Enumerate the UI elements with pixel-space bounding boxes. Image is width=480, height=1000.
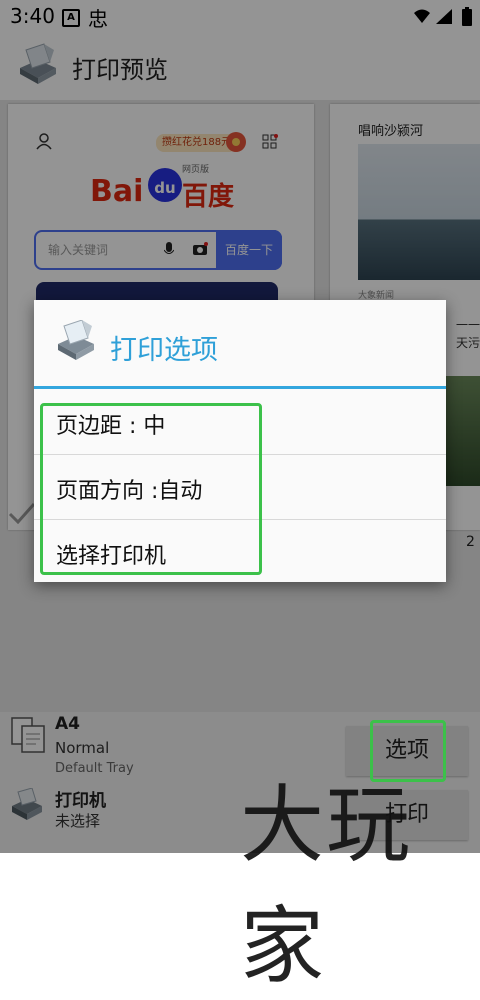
printer-dialog-icon — [58, 320, 94, 360]
dialog-divider — [34, 386, 446, 389]
print-options-dialog: 打印选项 页边距 : 中 页面方向 :自动 选择打印机 — [34, 300, 446, 582]
dialog-title: 打印选项 — [110, 335, 218, 366]
options-highlight-box — [40, 403, 262, 575]
watermark-text: 大玩家 — [240, 776, 413, 995]
